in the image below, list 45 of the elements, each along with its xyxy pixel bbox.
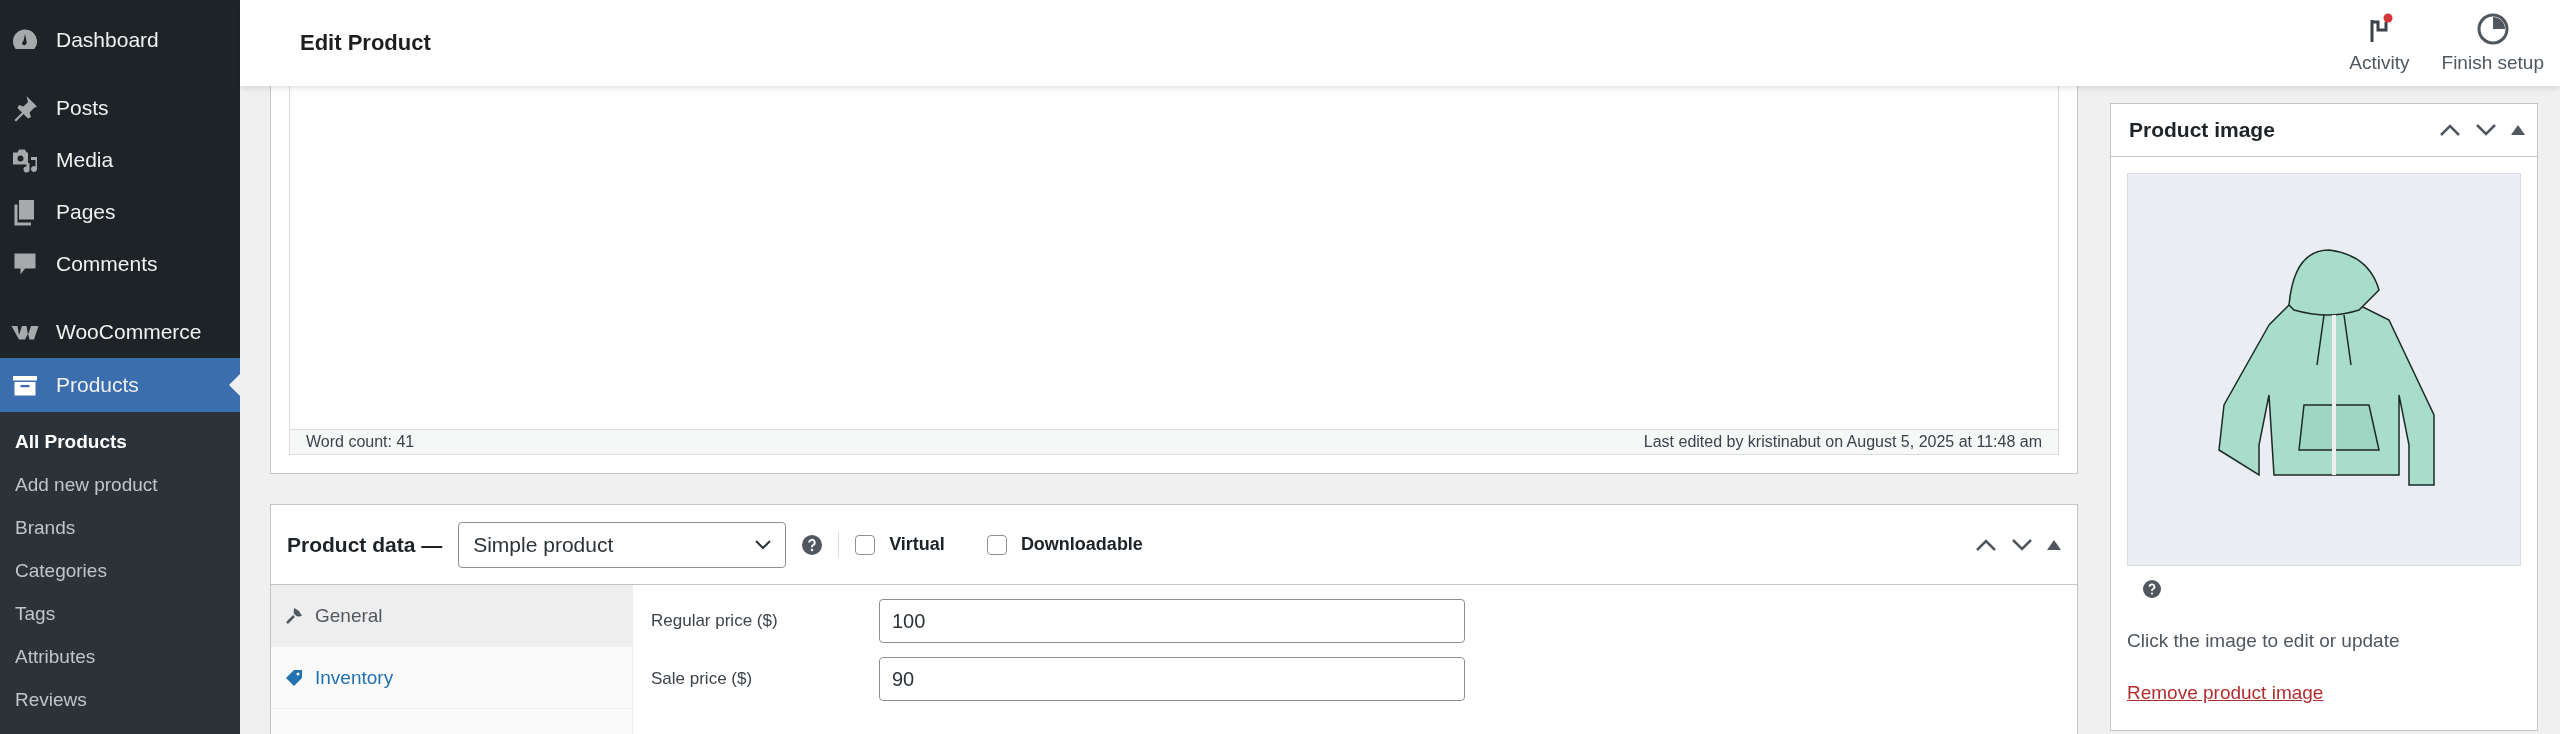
option-checkbox[interactable]: Virtual bbox=[855, 534, 945, 555]
remove-image-link[interactable]: Remove product image bbox=[2127, 682, 2324, 704]
header-action-button[interactable]: Activity bbox=[2333, 0, 2426, 86]
tab[interactable]: Inventory bbox=[271, 647, 632, 709]
chevron-up-icon[interactable] bbox=[1975, 537, 1997, 552]
sidebar-item[interactable]: Products bbox=[0, 358, 240, 412]
submenu-item[interactable]: Attributes bbox=[0, 635, 240, 678]
tag-icon bbox=[285, 668, 303, 687]
chevron-down-icon[interactable] bbox=[2475, 123, 2497, 137]
field-label: Regular price ($) bbox=[651, 611, 779, 631]
sidebar-item[interactable]: Media bbox=[0, 134, 240, 186]
product-type-select[interactable]: Simple product bbox=[458, 521, 787, 568]
sidebar-item[interactable]: Posts bbox=[0, 82, 240, 134]
sidebar-item[interactable]: Pages bbox=[0, 186, 240, 238]
price-input[interactable]: 90 bbox=[879, 657, 1465, 701]
last-edited-text: Last edited by kristinabut on August 5, 2025 at 11:48 am bbox=[1643, 433, 2042, 451]
submenu-item[interactable]: Add new product bbox=[0, 463, 240, 506]
submenu-item[interactable]: Brands bbox=[0, 506, 240, 549]
help-icon[interactable] bbox=[2143, 580, 2161, 598]
option-checkbox[interactable]: Downloadable bbox=[986, 534, 1143, 555]
chevron-up-icon[interactable] bbox=[2439, 123, 2461, 137]
price-input[interactable]: 100 bbox=[879, 599, 1465, 643]
sidebar-item[interactable]: WooCommerce bbox=[0, 306, 240, 358]
submenu-item[interactable]: All Products bbox=[0, 420, 240, 463]
image-hint: Click the image to edit or update bbox=[2127, 630, 2401, 652]
header-action-button[interactable]: Finish setup bbox=[2425, 0, 2560, 86]
submenu-item[interactable]: Tags bbox=[0, 592, 240, 635]
checkbox[interactable] bbox=[986, 534, 1007, 555]
triangle-up-icon[interactable] bbox=[2511, 125, 2525, 135]
panel-title: Product image bbox=[2129, 118, 2275, 142]
triangle-up-icon[interactable] bbox=[2047, 539, 2061, 550]
word-count: Word count: 41 bbox=[306, 433, 415, 451]
submenu-item[interactable]: Categories bbox=[0, 549, 240, 592]
chevron-down-icon[interactable] bbox=[2011, 537, 2033, 552]
sidebar-item[interactable]: Comments bbox=[0, 238, 240, 290]
tab[interactable]: General bbox=[271, 585, 632, 647]
page-title: Edit Product bbox=[300, 30, 431, 56]
help-icon[interactable] bbox=[802, 534, 823, 555]
sidebar-item[interactable]: Dashboard bbox=[0, 14, 240, 66]
wrench-icon bbox=[285, 606, 303, 625]
panel-title: Product data — bbox=[287, 532, 443, 557]
submenu-item[interactable]: Reviews bbox=[0, 678, 240, 721]
field-label: Sale price ($) bbox=[651, 669, 754, 689]
checkbox[interactable] bbox=[855, 534, 876, 555]
chevron-down-icon bbox=[755, 539, 772, 550]
